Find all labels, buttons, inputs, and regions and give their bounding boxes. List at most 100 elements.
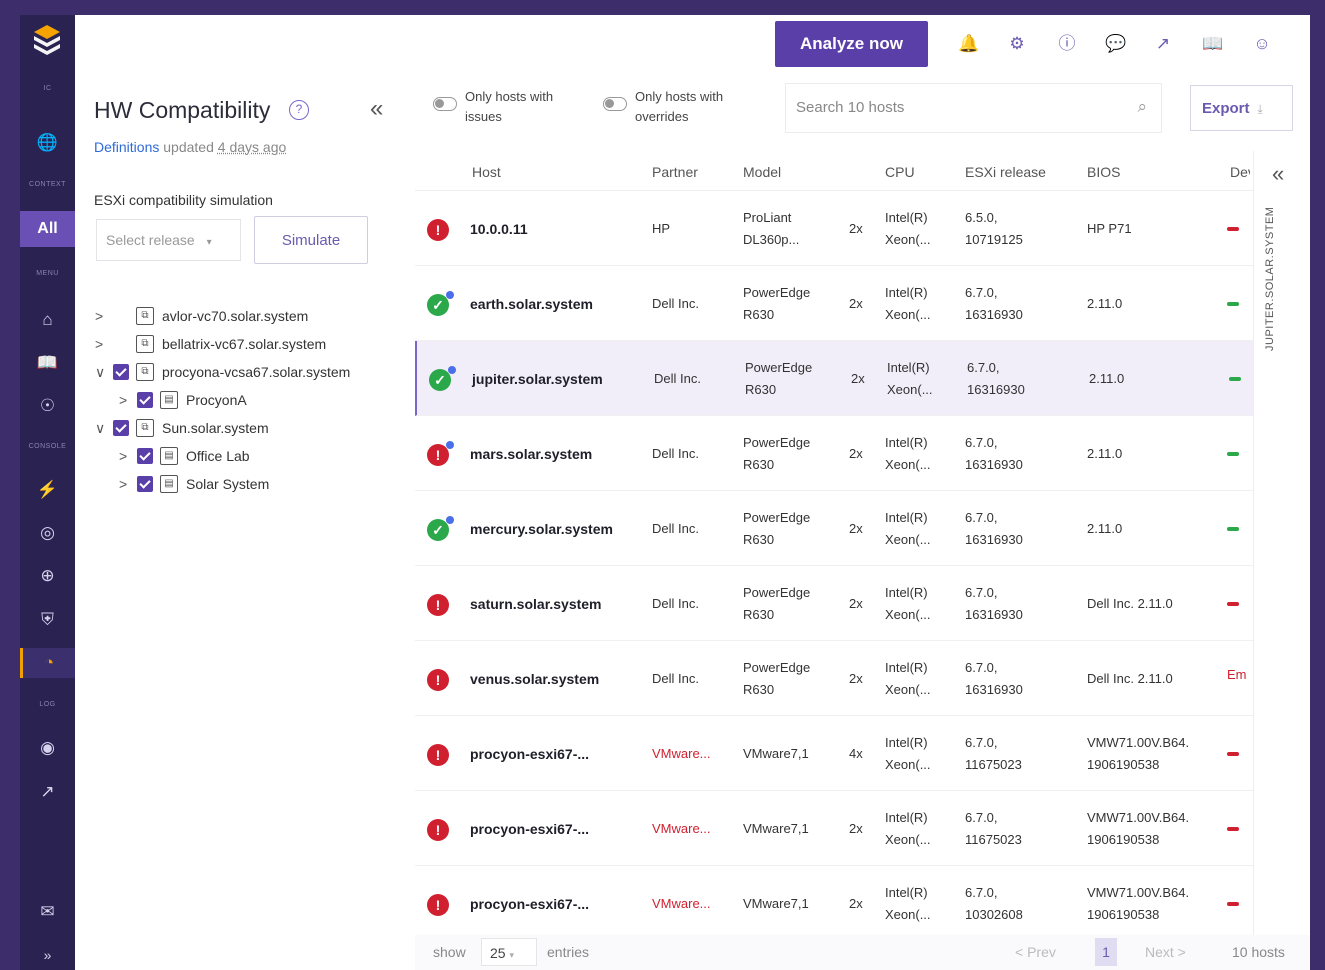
- compass-icon[interactable]: ◎: [20, 518, 75, 548]
- device-status-indicator: [1227, 302, 1239, 306]
- host-name[interactable]: saturn.solar.system: [470, 593, 602, 615]
- cpu-count: 2x: [849, 446, 863, 461]
- host-name[interactable]: procyon-esxi67-...: [470, 743, 589, 765]
- host-name[interactable]: jupiter.solar.system: [472, 368, 603, 390]
- tree-checkbox[interactable]: [137, 392, 153, 408]
- tree-checkbox[interactable]: [137, 448, 153, 464]
- help-icon[interactable]: ⓘ: [1056, 33, 1078, 55]
- chat-icon[interactable]: 💬: [1105, 33, 1127, 55]
- page-1-button[interactable]: 1: [1095, 938, 1117, 966]
- inbox-icon[interactable]: ✉: [20, 897, 75, 927]
- chevron-right-icon[interactable]: >: [119, 476, 137, 492]
- table-row[interactable]: ✓ jupiter.solar.system Dell Inc. PowerEdge R…: [415, 341, 1253, 416]
- column-header-host[interactable]: Host: [472, 164, 501, 180]
- issues-toggle-label: Only hosts with issues: [465, 89, 554, 124]
- host-name[interactable]: venus.solar.system: [470, 668, 599, 690]
- table-row[interactable]: ! procyon-esxi67-... VMware... VMware7,1 2x I…: [415, 791, 1253, 866]
- gauge-icon[interactable]: ◔: [20, 648, 75, 678]
- bios-cell: HP P71: [1087, 218, 1132, 240]
- chevron-down-icon[interactable]: ∨: [95, 420, 113, 437]
- column-header-partner[interactable]: Partner: [652, 164, 698, 180]
- details-title: JUPITER.SOLAR.SYSTEM: [1264, 206, 1276, 351]
- model-line-1: PowerEdge: [745, 360, 813, 375]
- tree-item[interactable]: > ▤ ProcyonA: [119, 387, 247, 413]
- table-row[interactable]: ! mars.solar.system Dell Inc. PowerEdge R630…: [415, 416, 1253, 491]
- chevron-right-icon[interactable]: >: [119, 392, 137, 408]
- expand-details-icon[interactable]: «: [1272, 161, 1284, 187]
- tree-item[interactable]: > ▤ Solar System: [119, 471, 269, 497]
- export-button[interactable]: Export ⤓: [1190, 85, 1293, 131]
- eye-icon[interactable]: ◉: [20, 733, 75, 763]
- prev-button[interactable]: < Prev: [1015, 944, 1056, 960]
- release-line-1: 6.7.0,: [965, 435, 998, 450]
- host-name[interactable]: procyon-esxi67-...: [470, 893, 589, 915]
- help-icon[interactable]: ?: [289, 100, 309, 120]
- device-status-indicator: [1227, 902, 1239, 906]
- tree-checkbox[interactable]: [113, 364, 129, 380]
- model-cell: PowerEdge R630: [743, 507, 810, 551]
- column-header-model[interactable]: Model: [743, 164, 781, 180]
- tree-item[interactable]: > ▤ Office Lab: [119, 443, 250, 469]
- host-name[interactable]: earth.solar.system: [470, 293, 593, 315]
- link-icon[interactable]: ↗: [1152, 33, 1174, 55]
- bomb-icon[interactable]: ☉: [20, 391, 75, 421]
- overrides-toggle[interactable]: [603, 97, 627, 111]
- chevron-right-icon[interactable]: >: [95, 308, 113, 324]
- bios-line-1: Dell Inc. 2.11.0: [1087, 671, 1173, 686]
- release-line-1: 6.7.0,: [965, 285, 998, 300]
- table-row[interactable]: ✓ mercury.solar.system Dell Inc. PowerEdge R…: [415, 491, 1253, 566]
- chevron-down-icon: ▾: [206, 237, 212, 248]
- user-icon[interactable]: ☺: [1251, 33, 1273, 55]
- table-row[interactable]: ! venus.solar.system Dell Inc. PowerEdge R63…: [415, 641, 1253, 716]
- release-line-1: 6.7.0,: [967, 360, 1000, 375]
- model-line-1: ProLiant: [743, 210, 792, 225]
- target-icon[interactable]: ⊕: [20, 561, 75, 591]
- expand-rail-icon[interactable]: »: [20, 940, 75, 970]
- release-select[interactable]: Select release ▾: [96, 219, 241, 261]
- gear-icon[interactable]: ⚙: [1006, 33, 1028, 55]
- host-name[interactable]: mercury.solar.system: [470, 518, 613, 540]
- simulate-button[interactable]: Simulate: [254, 216, 368, 264]
- globe-icon[interactable]: 🌐: [20, 128, 75, 158]
- bell-icon[interactable]: 🔔: [958, 33, 980, 55]
- chevron-right-icon[interactable]: >: [119, 448, 137, 464]
- tree-item[interactable]: > ⧉ avlor-vc70.solar.system: [95, 303, 308, 329]
- release-cell: 6.5.0, 10719125: [965, 207, 1023, 251]
- home-icon[interactable]: ⌂: [20, 305, 75, 335]
- tree-checkbox[interactable]: [137, 476, 153, 492]
- table-row[interactable]: ! saturn.solar.system Dell Inc. PowerEdge R6…: [415, 566, 1253, 641]
- host-name[interactable]: procyon-esxi67-...: [470, 818, 589, 840]
- next-button[interactable]: Next >: [1145, 944, 1186, 960]
- column-header-esxi-release[interactable]: ESXi release: [965, 164, 1046, 180]
- tree-checkbox[interactable]: [113, 420, 129, 436]
- column-header-bios[interactable]: BIOS: [1087, 164, 1120, 180]
- column-header-dev[interactable]: Dev: [1230, 164, 1250, 180]
- analyze-now-button[interactable]: Analyze now: [775, 21, 928, 67]
- table-row[interactable]: ! procyon-esxi67-... VMware... VMware7,1 4x I…: [415, 716, 1253, 791]
- issues-toggle[interactable]: [433, 97, 457, 111]
- shield-icon[interactable]: ⛨: [20, 605, 75, 635]
- page-size-select[interactable]: 25 ▾: [481, 938, 537, 966]
- cpu-line-1: Intel(R): [887, 360, 930, 375]
- tree-item[interactable]: ∨ ⧉ procyona-vcsa67.solar.system: [95, 359, 350, 385]
- tree-item[interactable]: ∨ ⧉ Sun.solar.system: [95, 415, 269, 441]
- table-row[interactable]: ! procyon-esxi67-... VMware... VMware7,1 2x I…: [415, 866, 1253, 941]
- lightning-icon[interactable]: ⚡: [20, 475, 75, 505]
- tree-item[interactable]: > ⧉ bellatrix-vc67.solar.system: [95, 331, 326, 357]
- trend-icon[interactable]: ↗: [20, 777, 75, 807]
- chevron-down-icon[interactable]: ∨: [95, 364, 113, 381]
- chevron-right-icon[interactable]: >: [95, 336, 113, 352]
- host-name[interactable]: mars.solar.system: [470, 443, 592, 465]
- search-input[interactable]: Search 10 hosts ⌕: [785, 83, 1162, 133]
- rail-section-label: LOG: [39, 701, 56, 708]
- table-row[interactable]: ✓ earth.solar.system Dell Inc. PowerEdge R63…: [415, 266, 1253, 341]
- definitions-link[interactable]: Definitions: [94, 139, 159, 155]
- column-header-cpu[interactable]: CPU: [885, 164, 915, 180]
- book-icon[interactable]: 📖: [1202, 33, 1224, 55]
- host-name[interactable]: 10.0.0.11: [470, 218, 528, 240]
- book-icon[interactable]: 📖: [20, 348, 75, 378]
- rail-all-button[interactable]: All: [20, 211, 75, 247]
- table-row[interactable]: ! 10.0.0.11 HP ProLiant DL360p... 2x Intel(R) X…: [415, 191, 1253, 266]
- collapse-panel-icon[interactable]: «: [370, 95, 383, 123]
- tree-item-label: Solar System: [186, 476, 270, 492]
